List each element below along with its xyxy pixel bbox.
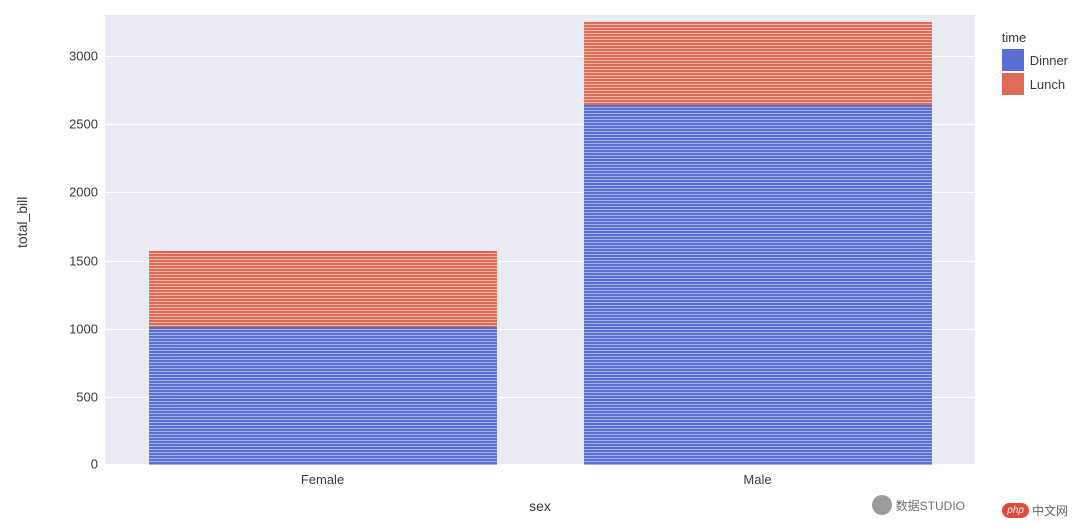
x-axis-label: sex <box>529 498 551 514</box>
legend-item-dinner: Dinner <box>1002 49 1068 71</box>
y-tick-label: 3000 <box>69 48 98 63</box>
bar-group-female <box>149 15 497 465</box>
php-badge: php <box>1002 503 1029 518</box>
bar-female-dinner <box>149 327 497 465</box>
y-tick-label: 2000 <box>69 185 98 200</box>
legend: time Dinner Lunch <box>1002 30 1068 97</box>
watermark-php: php 中文网 <box>1002 502 1068 519</box>
wechat-icon <box>872 495 892 515</box>
y-tick-label: 0 <box>91 457 98 472</box>
plot-area <box>105 15 975 465</box>
legend-label: Dinner <box>1030 53 1068 68</box>
bar-male-lunch <box>584 22 932 105</box>
bar-female-lunch <box>149 251 497 327</box>
legend-swatch-dinner <box>1002 49 1024 71</box>
chart-container: 0 500 1000 1500 2000 2500 3000 Female Ma… <box>0 0 1080 525</box>
x-tick-label: Male <box>743 472 771 487</box>
legend-title: time <box>1002 30 1068 45</box>
legend-item-lunch: Lunch <box>1002 73 1068 95</box>
y-tick-label: 1000 <box>69 321 98 336</box>
legend-swatch-lunch <box>1002 73 1024 95</box>
bar-group-male <box>584 15 932 465</box>
watermark-studio: 数据STUDIO <box>872 495 965 515</box>
legend-label: Lunch <box>1030 77 1065 92</box>
y-tick-label: 2500 <box>69 117 98 132</box>
watermark-label: 数据STUDIO <box>896 497 965 514</box>
watermark-label: 中文网 <box>1032 502 1068 519</box>
y-tick-label: 500 <box>76 389 98 404</box>
y-axis-label: total_bill <box>14 197 30 248</box>
bar-male-dinner <box>584 105 932 465</box>
y-tick-label: 1500 <box>69 253 98 268</box>
x-tick-label: Female <box>301 472 344 487</box>
